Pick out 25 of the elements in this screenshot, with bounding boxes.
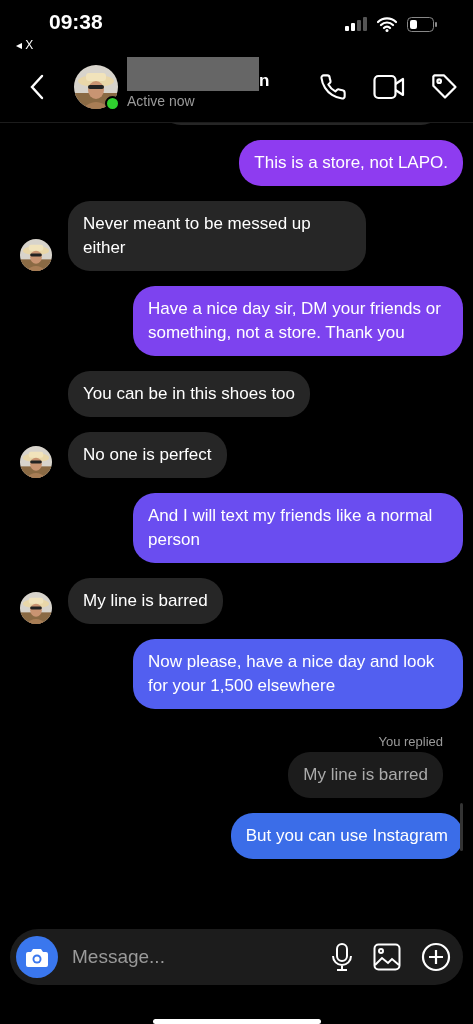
received-message: Never meant to be messed up either	[68, 201, 366, 271]
quoted-message: My line is barred	[288, 752, 443, 798]
sent-message: And I will text my friends like a normal person	[133, 493, 463, 563]
back-to-app-link[interactable]: ◂ X	[16, 38, 103, 52]
back-button[interactable]	[30, 74, 44, 100]
sent-message: But you can use Instagram	[230, 813, 463, 859]
tag-button[interactable]	[431, 73, 459, 101]
sent-message: This is a store, not LAPO.	[239, 140, 463, 186]
presence-status: Active now	[127, 93, 196, 109]
camera-icon	[26, 947, 48, 967]
video-call-button[interactable]	[373, 74, 405, 100]
received-message: You can be in this shoes too	[68, 371, 311, 417]
sent-message: Now please, have a nice day and look for your 1,500 elsewhere	[133, 639, 463, 709]
camera-button[interactable]	[16, 936, 58, 978]
message-field[interactable]: Message...	[70, 945, 315, 969]
received-message: No one is perfect	[68, 432, 227, 478]
sent-message: Have a nice day sir, DM your friends or something, not a store. Thank you	[133, 286, 463, 356]
contact-name[interactable]: n	[259, 71, 270, 91]
status-time: 09:38	[49, 10, 103, 34]
signal-icon	[345, 17, 367, 31]
phone-call-button[interactable]	[319, 73, 347, 101]
reply-label: You replied	[378, 734, 443, 749]
battery-icon	[407, 16, 437, 32]
wifi-icon	[377, 16, 397, 32]
received-message: My line is barred	[68, 578, 223, 624]
